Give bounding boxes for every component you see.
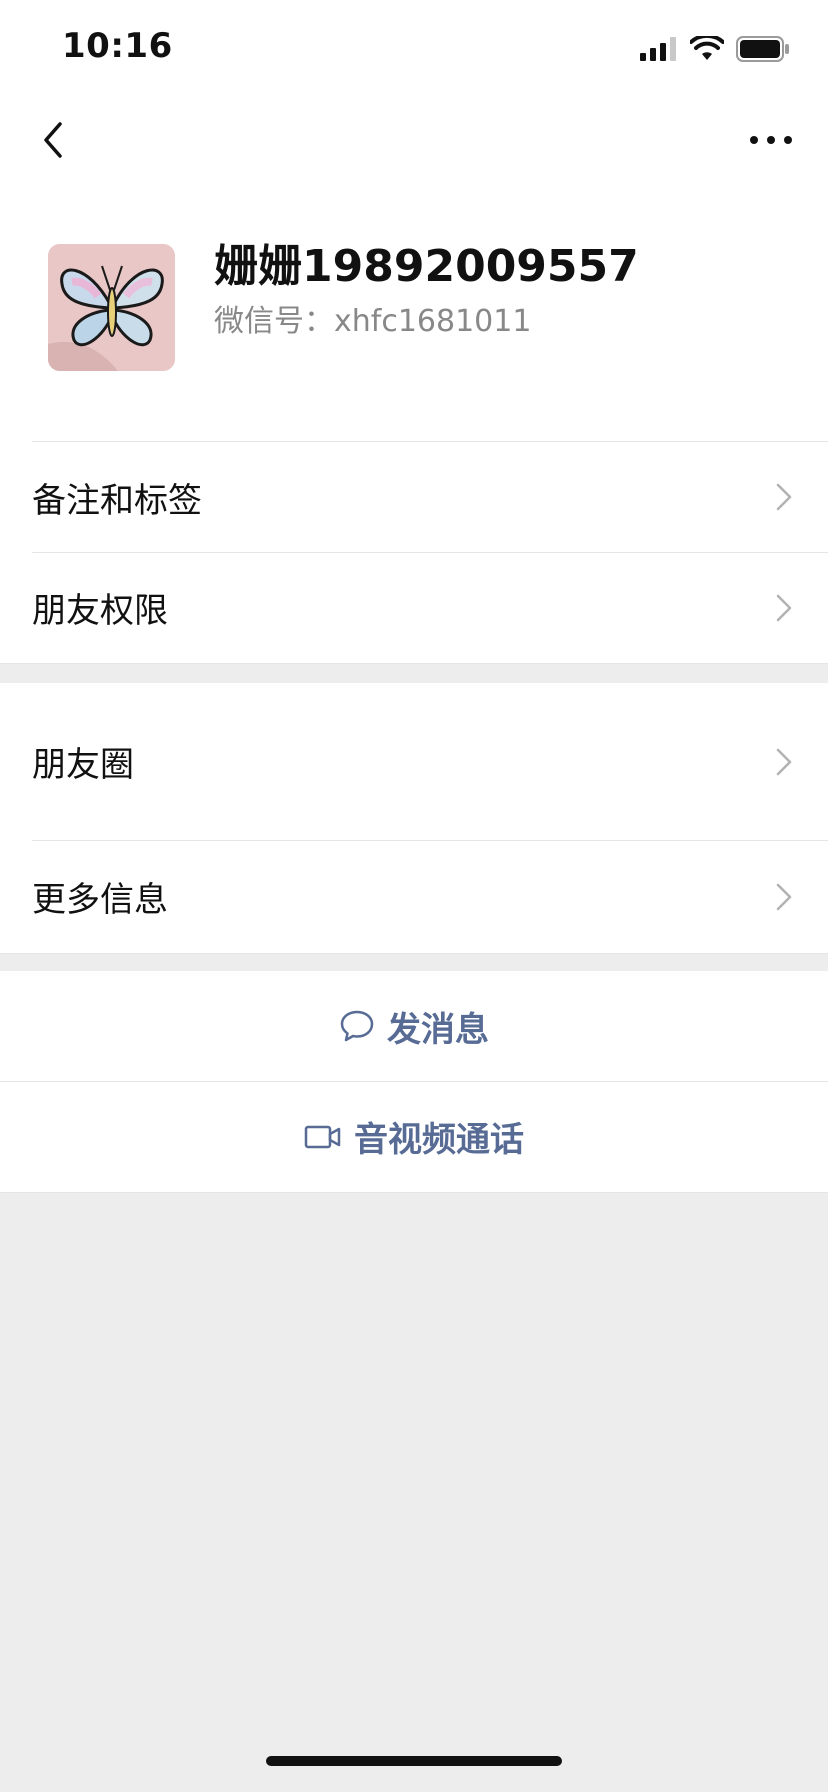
wechat-id-row: 微信号：xhfc1681011 — [214, 296, 531, 340]
status-time: 10:16 — [62, 26, 173, 66]
menu-row-more-info[interactable]: 更多信息 — [0, 840, 828, 953]
battery-icon — [736, 36, 789, 62]
profile-name: 姗姗19892009557 — [214, 241, 639, 292]
divider — [0, 663, 828, 664]
menu-group-1: 备注和标签 朋友权限 — [0, 442, 828, 664]
menu-group-2: 朋友圈 更多信息 — [0, 683, 828, 954]
chevron-left-icon — [44, 122, 62, 158]
avatar[interactable] — [48, 244, 175, 371]
send-message-label: 发消息 — [387, 1009, 489, 1050]
signal-icon — [640, 37, 676, 61]
divider — [0, 1192, 828, 1193]
chevron-right-icon — [776, 748, 792, 775]
more-icon — [750, 136, 792, 144]
nav-bar — [0, 100, 828, 180]
av-call-button[interactable]: 音视频通话 — [0, 1081, 828, 1192]
divider — [0, 953, 828, 954]
send-message-button[interactable]: 发消息 — [0, 971, 828, 1081]
menu-row-label: 朋友权限 — [32, 591, 168, 631]
action-group: 发消息 音视频通话 — [0, 971, 828, 1193]
chevron-right-icon — [776, 594, 792, 621]
menu-row-label: 备注和标签 — [32, 480, 202, 521]
butterfly-avatar-image — [48, 244, 175, 371]
profile-header: 姗姗19892009557 微信号：xhfc1681011 — [0, 180, 828, 442]
video-camera-icon — [304, 1125, 341, 1148]
av-call-label: 音视频通话 — [354, 1120, 524, 1160]
chevron-right-icon — [776, 883, 792, 910]
chevron-right-icon — [776, 483, 792, 511]
home-indicator — [266, 1756, 562, 1766]
chat-bubble-icon — [340, 1010, 374, 1042]
menu-row-moments[interactable]: 朋友圈 — [0, 683, 828, 840]
menu-row-friend-permissions[interactable]: 朋友权限 — [0, 552, 828, 663]
wechat-id-value: xhfc1681011 — [334, 304, 532, 339]
menu-row-label: 朋友圈 — [32, 745, 134, 785]
wifi-icon — [690, 36, 724, 60]
wechat-id-label: 微信号： — [214, 304, 334, 339]
menu-row-label: 更多信息 — [32, 880, 168, 920]
menu-row-remarks-tags[interactable]: 备注和标签 — [0, 442, 828, 552]
status-bar: 10:16 — [0, 0, 828, 100]
status-icons — [640, 34, 790, 64]
more-button[interactable] — [734, 112, 808, 168]
back-button[interactable] — [26, 112, 82, 168]
